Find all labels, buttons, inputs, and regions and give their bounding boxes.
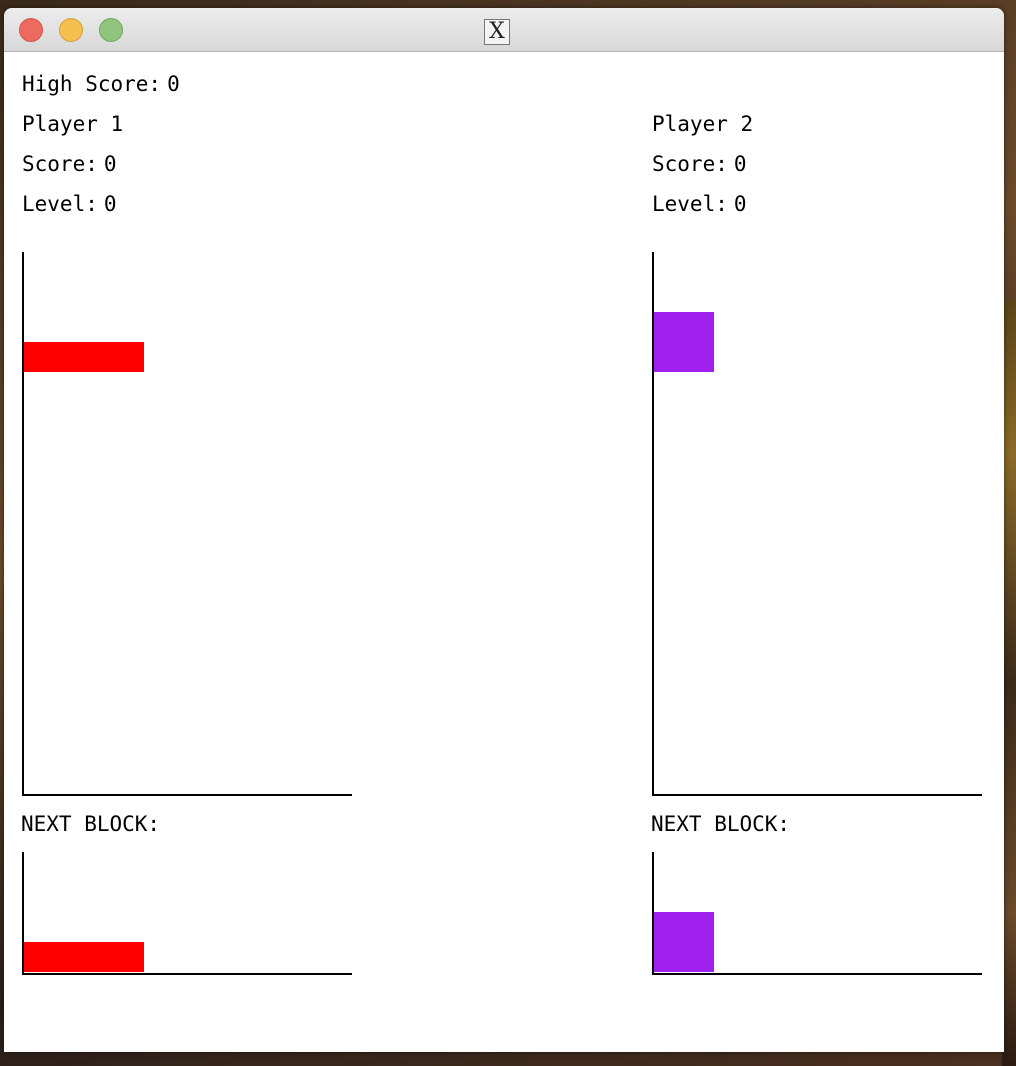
player-2-next-block-label: NEXT BLOCK: bbox=[651, 812, 791, 836]
game-window: X High Score: 0 Player 1 Score: 0 Level: 0 … bbox=[4, 8, 1004, 1052]
player-1-board-floor bbox=[22, 794, 352, 796]
zoom-button[interactable] bbox=[99, 18, 123, 42]
high-score-value: 0 bbox=[167, 72, 180, 96]
player-1-name: Player 1 bbox=[22, 112, 124, 136]
player-2-level-value: 0 bbox=[733, 192, 747, 216]
player-1-level-value: 0 bbox=[103, 192, 117, 216]
player-1-board-left-wall bbox=[22, 252, 24, 796]
player-2-level: Level: 0 bbox=[652, 192, 747, 216]
high-score-label: High Score: bbox=[22, 72, 162, 96]
player-2-name: Player 2 bbox=[652, 112, 754, 136]
player-1-score-label: Score: bbox=[22, 152, 98, 176]
player-1-next-piece bbox=[24, 942, 144, 972]
player-1-level: Level: 0 bbox=[22, 192, 117, 216]
minimize-button[interactable] bbox=[59, 18, 83, 42]
close-button[interactable] bbox=[19, 18, 43, 42]
player-1-score-value: 0 bbox=[103, 152, 117, 176]
player-1-level-label: Level: bbox=[22, 192, 98, 216]
player-2-score-label: Score: bbox=[652, 152, 728, 176]
player-2-score: Score: 0 bbox=[652, 152, 747, 176]
player-2-score-value: 0 bbox=[733, 152, 747, 176]
title-bar[interactable]: X bbox=[4, 8, 1004, 52]
player-2-preview-floor bbox=[652, 973, 982, 975]
player-1-falling-piece bbox=[24, 342, 144, 372]
player-1-preview-floor bbox=[22, 973, 352, 975]
player-2-next-piece bbox=[654, 912, 714, 972]
player-1-next-block-label: NEXT BLOCK: bbox=[21, 812, 161, 836]
desktop-background bbox=[1002, 300, 1016, 1066]
player-2-falling-piece bbox=[654, 312, 714, 372]
player-2-board-floor bbox=[652, 794, 982, 796]
player-1-score: Score: 0 bbox=[22, 152, 117, 176]
player-2-level-label: Level: bbox=[652, 192, 728, 216]
x11-icon: X bbox=[484, 19, 510, 45]
high-score: High Score: 0 bbox=[22, 72, 180, 96]
